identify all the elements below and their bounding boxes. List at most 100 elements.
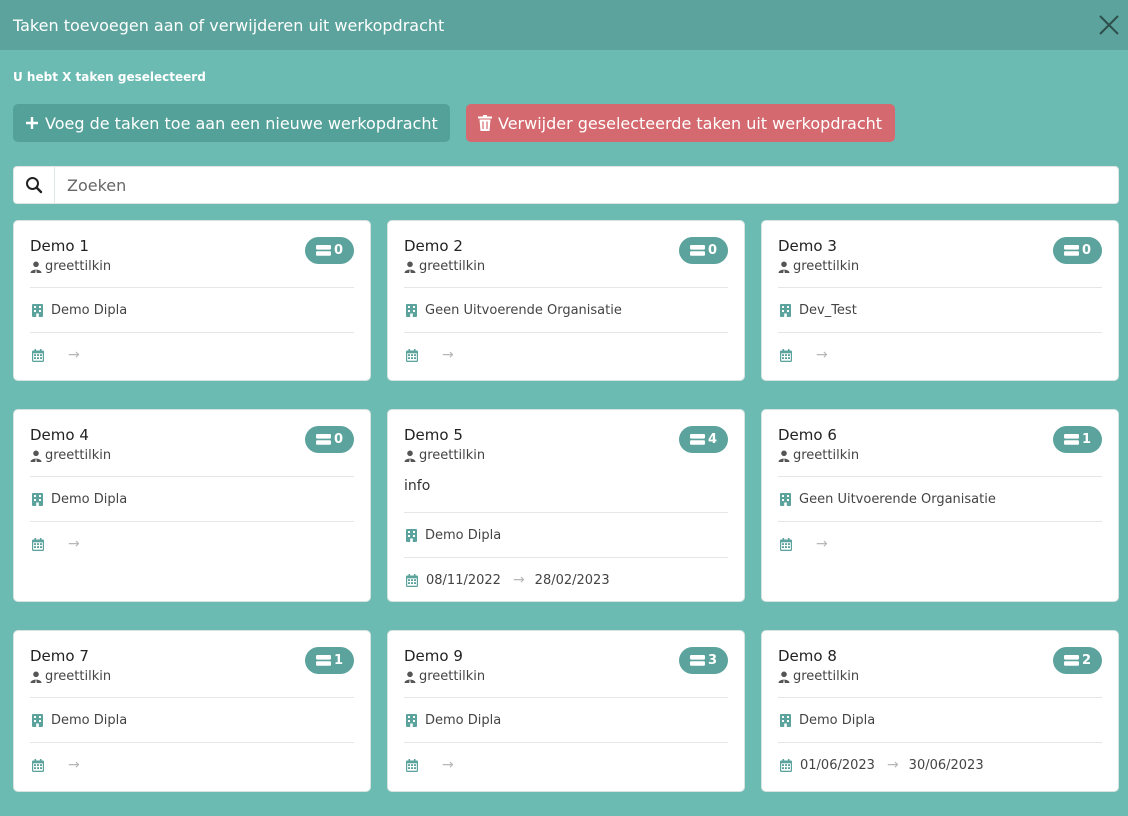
task-count-badge: 1 (304, 647, 354, 674)
date-arrow-icon: → (68, 757, 80, 773)
card-header: Demo 7 greettilkin 1 (30, 631, 354, 697)
card-organisation-name: Dev_Test (799, 302, 857, 318)
server-icon (689, 434, 705, 445)
workorder-card[interactable]: Demo 7 greettilkin 1 Demo Dipla → (13, 630, 371, 792)
card-owner-name: greettilkin (45, 259, 112, 274)
card-title: Demo 2 (404, 237, 463, 255)
card-owner: greettilkin (404, 669, 485, 684)
add-to-new-workorder-button[interactable]: Voeg de taken toe aan een nieuwe werkopd… (13, 104, 450, 142)
task-count: 0 (707, 243, 717, 258)
card-organisation-name: Demo Dipla (799, 712, 876, 728)
card-owner: greettilkin (30, 448, 111, 463)
card-organisation: Geen Uitvoerende Organisatie (778, 476, 1102, 521)
card-header: Demo 5 greettilkin 4 (404, 410, 728, 476)
card-title: Demo 7 (30, 647, 89, 665)
building-icon (780, 303, 791, 317)
workorder-card[interactable]: Demo 6 greettilkin 1 Geen Uitvoerende Organ… (761, 409, 1119, 602)
card-owner: greettilkin (778, 448, 859, 463)
server-icon (315, 655, 331, 666)
card-dates: → (30, 521, 354, 566)
date-arrow-icon: → (886, 757, 899, 773)
card-info-text: info (404, 478, 431, 494)
close-icon[interactable] (1098, 14, 1120, 36)
workorder-card[interactable]: Demo 5 greettilkin 4 info Demo Dipla 08/11/20… (387, 409, 745, 602)
card-owner: greettilkin (778, 259, 859, 274)
calendar-icon (780, 758, 792, 772)
card-organisation-name: Demo Dipla (51, 712, 128, 728)
user-icon (778, 261, 790, 273)
task-count: 0 (333, 432, 343, 447)
card-dates: 08/11/2022 → 28/02/2023 (404, 557, 728, 602)
card-organisation: Demo Dipla (778, 697, 1102, 742)
card-organisation-name: Demo Dipla (425, 712, 502, 728)
workorder-card[interactable]: Demo 1 greettilkin 0 Demo Dipla → (13, 220, 371, 381)
card-owner-name: greettilkin (793, 259, 860, 274)
date-arrow-icon: → (512, 572, 525, 588)
task-count: 1 (333, 653, 343, 668)
task-count-badge: 0 (678, 237, 728, 264)
trash-icon (478, 115, 492, 131)
card-organisation: Demo Dipla (404, 697, 728, 742)
card-organisation: Demo Dipla (30, 697, 354, 742)
card-title: Demo 4 (30, 426, 89, 444)
user-icon (404, 450, 416, 462)
workorder-card[interactable]: Demo 4 greettilkin 0 Demo Dipla → (13, 409, 371, 602)
remove-selected-tasks-button[interactable]: Verwijder geselecteerde taken uit werkop… (466, 104, 895, 142)
calendar-icon (32, 537, 44, 551)
server-icon (315, 245, 331, 256)
card-title: Demo 5 (404, 426, 463, 444)
card-owner: greettilkin (30, 259, 111, 274)
card-owner-name: greettilkin (45, 448, 112, 463)
workorder-card[interactable]: Demo 8 greettilkin 2 Demo Dipla 01/06/2023 → 3… (761, 630, 1119, 792)
card-end-date: 28/02/2023 (534, 572, 610, 588)
card-dates: → (30, 332, 354, 377)
card-header: Demo 3 greettilkin 0 (778, 221, 1102, 287)
card-dates: 01/06/2023 → 30/06/2023 (778, 742, 1102, 787)
workorder-card[interactable]: Demo 9 greettilkin 3 Demo Dipla → (387, 630, 745, 792)
card-organisation: Demo Dipla (404, 512, 728, 557)
card-title: Demo 8 (778, 647, 837, 665)
card-owner-name: greettilkin (419, 448, 486, 463)
date-arrow-icon: → (442, 757, 454, 773)
card-info: info (404, 476, 728, 512)
card-header: Demo 2 greettilkin 0 (404, 221, 728, 287)
card-organisation: Geen Uitvoerende Organisatie (404, 287, 728, 332)
date-arrow-icon: → (816, 536, 828, 552)
calendar-icon (32, 758, 44, 772)
building-icon (780, 713, 791, 727)
card-owner-name: greettilkin (419, 259, 486, 274)
card-owner-name: greettilkin (45, 669, 112, 684)
card-dates: → (778, 521, 1102, 566)
workorder-card[interactable]: Demo 2 greettilkin 0 Geen Uitvoerende Organ… (387, 220, 745, 381)
calendar-icon (406, 348, 418, 362)
server-icon (1063, 434, 1079, 445)
card-start-date: 08/11/2022 (426, 572, 501, 588)
delete-button-label: Verwijder geselecteerde taken uit werkop… (498, 113, 883, 133)
task-count: 0 (333, 243, 343, 258)
task-count-badge: 4 (678, 426, 728, 453)
workorder-card[interactable]: Demo 3 greettilkin 0 Dev_Test → (761, 220, 1119, 381)
task-count-badge: 1 (1052, 426, 1102, 453)
add-button-label: Voeg de taken toe aan een nieuwe werkopd… (45, 113, 438, 133)
card-header: Demo 1 greettilkin 0 (30, 221, 354, 287)
card-header: Demo 4 greettilkin 0 (30, 410, 354, 476)
card-dates: → (30, 742, 354, 787)
building-icon (32, 713, 43, 727)
card-owner-name: greettilkin (419, 669, 486, 684)
building-icon (406, 713, 417, 727)
card-organisation-name: Geen Uitvoerende Organisatie (799, 491, 996, 507)
selection-count-text: U hebt X taken geselecteerd (13, 70, 206, 84)
task-count-badge: 0 (304, 426, 354, 453)
calendar-icon (32, 348, 44, 362)
server-icon (689, 245, 705, 256)
search-icon[interactable] (14, 167, 55, 203)
card-owner: greettilkin (30, 669, 111, 684)
server-icon (315, 434, 331, 445)
building-icon (406, 528, 417, 542)
card-start-date: 01/06/2023 (800, 757, 875, 773)
task-count-badge: 2 (1052, 647, 1102, 674)
search-input[interactable] (55, 167, 1118, 203)
card-dates: → (404, 332, 728, 377)
date-arrow-icon: → (68, 536, 80, 552)
plus-icon (25, 116, 39, 130)
